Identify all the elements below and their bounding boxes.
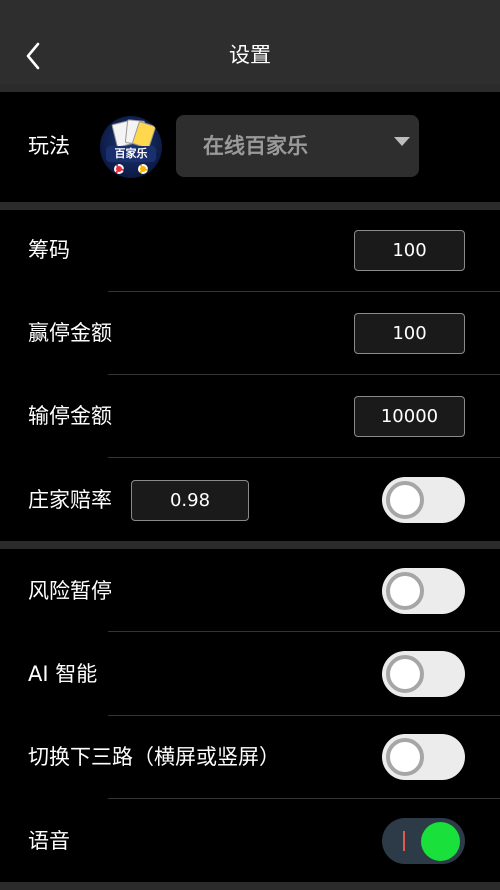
- section-divider: [0, 202, 500, 210]
- game-mode-selected: 在线百家乐: [203, 134, 308, 158]
- chips-label: 筹码: [28, 238, 70, 262]
- section-divider: [0, 84, 500, 92]
- banker-odds-label: 庄家赔率: [28, 488, 112, 512]
- stop-loss-input[interactable]: 10000: [354, 396, 465, 437]
- row-divider: [108, 457, 500, 458]
- logo-text: 百家乐: [106, 146, 156, 162]
- stop-win-label: 赢停金额: [28, 321, 112, 345]
- row-divider: [108, 374, 500, 375]
- voice-label: 语音: [28, 829, 70, 853]
- stop-loss-label: 输停金额: [28, 404, 112, 428]
- toggle-knob: [386, 655, 424, 693]
- app-header: 设置: [0, 0, 500, 84]
- voice-toggle[interactable]: [382, 818, 465, 864]
- ai-toggle[interactable]: [382, 651, 465, 697]
- toggle-knob: [386, 572, 424, 610]
- toggle-knob: [386, 738, 424, 776]
- game-mode-label: 玩法: [28, 134, 70, 158]
- row-divider: [108, 715, 500, 716]
- risk-pause-toggle[interactable]: [382, 568, 465, 614]
- chips-input[interactable]: 100: [354, 230, 465, 271]
- row-divider: [108, 631, 500, 632]
- banker-odds-input[interactable]: 0.98: [131, 480, 249, 521]
- stop-win-input[interactable]: 100: [354, 313, 465, 354]
- game-mode-select[interactable]: 在线百家乐: [176, 115, 419, 177]
- section-divider: [0, 882, 500, 890]
- row-divider: [108, 291, 500, 292]
- dropdown-arrow-icon: [394, 137, 410, 146]
- toggle-knob: [421, 822, 460, 861]
- toggle-on-mark: [403, 831, 405, 851]
- ai-label: AI 智能: [28, 662, 98, 686]
- page-title: 设置: [229, 43, 271, 67]
- switch-road-label: 切换下三路（横屏或竖屏）: [28, 745, 280, 769]
- row-divider: [108, 798, 500, 799]
- toggle-knob: [386, 481, 424, 519]
- banker-odds-toggle[interactable]: [382, 477, 465, 523]
- switch-road-toggle[interactable]: [382, 734, 465, 780]
- risk-pause-label: 风险暂停: [28, 579, 112, 603]
- baccarat-logo: 百家乐: [100, 116, 162, 178]
- section-divider: [0, 541, 500, 549]
